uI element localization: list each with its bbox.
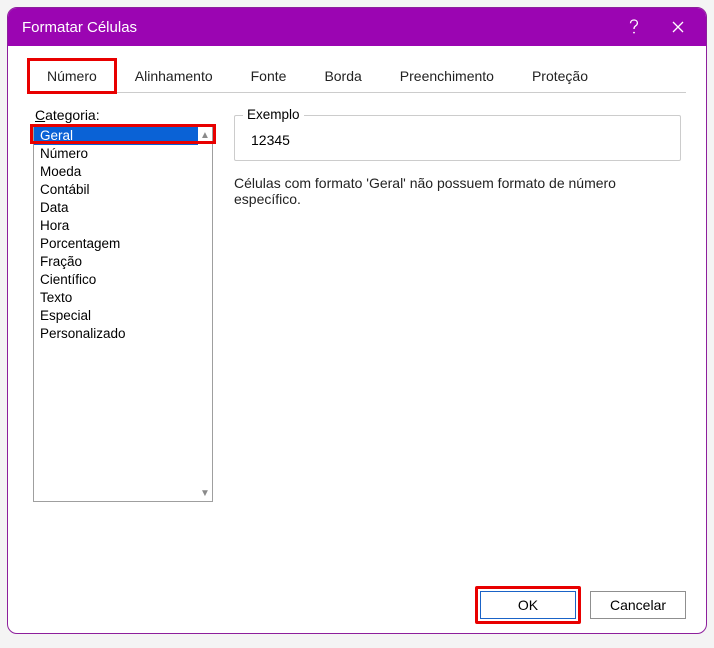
category-listbox[interactable]: GeralNúmeroMoedaContábilDataHoraPorcenta… [33,126,213,502]
list-item[interactable]: Geral [34,127,198,145]
list-item[interactable]: Hora [34,217,198,235]
dialog-footer: OK Cancelar [8,577,706,633]
list-item[interactable]: Texto [34,289,198,307]
list-item[interactable]: Personalizado [34,325,198,343]
scroll-up-icon[interactable]: ▲ [198,127,212,143]
example-legend: Exemplo [243,107,304,122]
tab-borda[interactable]: Borda [305,59,380,93]
tab-alinhamento[interactable]: Alinhamento [116,59,232,93]
list-item[interactable]: Moeda [34,163,198,181]
tab-preenchimento[interactable]: Preenchimento [381,59,513,93]
format-description: Células com formato 'Geral' não possuem … [234,175,681,207]
dialog-title: Formatar Células [22,19,137,36]
list-item[interactable]: Data [34,199,198,217]
list-item[interactable]: Contábil [34,181,198,199]
example-group: Exemplo 12345 [234,115,681,161]
ok-button[interactable]: OK [480,591,576,619]
cancel-button[interactable]: Cancelar [590,591,686,619]
category-label: Categoria: [35,107,100,123]
list-item[interactable]: Porcentagem [34,235,198,253]
tab-fonte[interactable]: Fonte [232,59,306,93]
list-item[interactable]: Especial [34,307,198,325]
tab-número[interactable]: Número [28,59,116,93]
list-item[interactable]: Científico [34,271,198,289]
scroll-down-icon[interactable]: ▼ [198,485,212,501]
help-icon [627,18,641,36]
close-icon [671,20,685,34]
help-button[interactable] [612,8,656,46]
tab-proteção[interactable]: Proteção [513,59,607,93]
list-item[interactable]: Número [34,145,198,163]
tab-panel-number: Categoria: GeralNúmeroMoedaContábilDataH… [8,93,706,577]
listbox-scrollbar[interactable]: ▲ ▼ [198,127,212,501]
tab-strip: NúmeroAlinhamentoFonteBordaPreenchimento… [28,58,686,93]
example-value: 12345 [251,132,668,148]
close-button[interactable] [656,8,700,46]
titlebar: Formatar Células [8,8,706,46]
list-item[interactable]: Fração [34,253,198,271]
format-cells-dialog: Formatar Células NúmeroAlinhamentoFonteB… [7,7,707,634]
